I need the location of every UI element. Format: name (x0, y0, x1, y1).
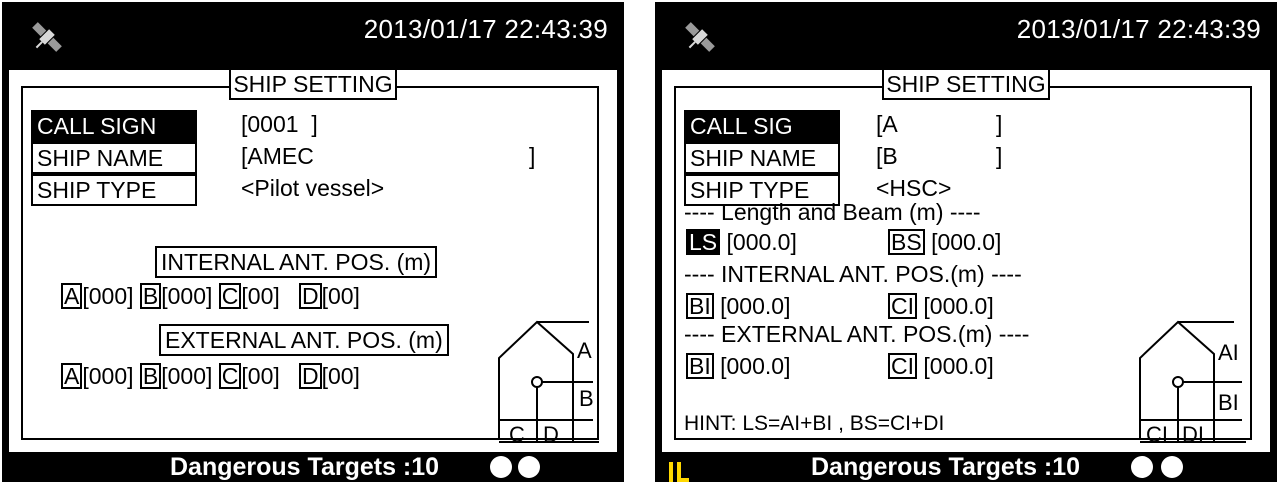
dangerous-targets-text: Dangerous Targets :10 (811, 453, 1081, 481)
external-ant-pos-row: A [000] B [000] C [00] D [00] (61, 362, 360, 390)
dangerous-targets-text: Dangerous Targets :10 (170, 453, 440, 481)
right-display: 2013/01/17 22:43:39 SHIP SETTING CALL SI… (655, 2, 1277, 482)
diagram-label-bi: BI (1218, 390, 1239, 415)
external-ant-pos-header: ---- EXTERNAL ANT. POS.(m) ---- (684, 321, 1030, 347)
status-footer: Dangerous Targets :10 (2, 453, 624, 482)
external-d-value[interactable]: [00] (322, 363, 360, 389)
bs-value[interactable]: [000.0] (931, 229, 1001, 255)
external-bi-value[interactable]: [000.0] (720, 353, 790, 379)
ship-name-label[interactable]: SHIP NAME (31, 142, 197, 174)
ship-name-label[interactable]: SHIP NAME (684, 142, 840, 174)
external-bi-row: BI [000.0] (686, 352, 790, 380)
internal-ci-key: CI (888, 293, 917, 319)
internal-b-key: B (139, 283, 162, 309)
internal-ant-pos-header: ---- INTERNAL ANT. POS.(m) ---- (684, 261, 1022, 287)
call-sign-value[interactable]: [0001 ] (241, 110, 318, 138)
external-d-key: D (298, 363, 322, 389)
ship-name-value[interactable]: [B (876, 142, 898, 170)
datetime: 2013/01/17 22:43:39 (363, 14, 608, 44)
ship-antenna-diagram: A B C D (498, 320, 599, 446)
internal-ant-pos-header: INTERNAL ANT. POS. (m) (155, 246, 438, 278)
internal-ant-pos-row: A [000] B [000] C [00] D [00] (61, 282, 360, 310)
external-a-key: A (61, 363, 83, 389)
external-c-value[interactable]: [00] (241, 363, 279, 389)
bs-key: BS (888, 229, 925, 255)
satellite-icon (32, 22, 62, 52)
internal-bi-value[interactable]: [000.0] (720, 293, 790, 319)
diagram-label-ai: AI (1218, 340, 1239, 365)
length-beam-row: LS [000.0] (686, 228, 797, 256)
external-a-value[interactable]: [000] (82, 363, 133, 389)
screen-title: SHIP SETTING (662, 68, 1270, 100)
internal-b-value[interactable]: [000] (161, 283, 212, 309)
internal-bi-key: BI (686, 293, 714, 319)
ship-antenna-diagram: AI BI CI DI (1139, 320, 1246, 446)
call-sign-value[interactable]: [A (876, 110, 898, 138)
ship-name-close: ] (996, 143, 1003, 169)
il-logo-icon (669, 462, 689, 482)
white-circle-icon (518, 456, 540, 478)
external-bi-key: BI (686, 353, 714, 379)
external-ci-key: CI (888, 353, 917, 379)
internal-ci-row: CI [000.0] (888, 292, 994, 320)
external-b-value[interactable]: [000] (161, 363, 212, 389)
internal-bi-row: BI [000.0] (686, 292, 790, 320)
ship-setting-screen: SHIP SETTING CALL SIG [A ] SHIP NAME [B … (662, 68, 1270, 452)
call-sign-close: ] (996, 111, 1003, 137)
ship-setting-screen: SHIP SETTING CALL SIGN [0001 ] SHIP NAME… (9, 68, 617, 452)
internal-c-value[interactable]: [00] (241, 283, 279, 309)
diagram-label-c: C (509, 422, 525, 446)
external-b-key: B (139, 363, 162, 389)
white-circle-icon (490, 456, 512, 478)
internal-a-key: A (61, 283, 83, 309)
diagram-label-d: D (543, 422, 559, 446)
internal-d-value[interactable]: [00] (322, 283, 360, 309)
external-c-key: C (218, 363, 242, 389)
ls-key: LS (686, 229, 721, 255)
diagram-label-b: B (579, 386, 594, 411)
beam-row: BS [000.0] (888, 228, 1001, 256)
white-circle-icon (1131, 456, 1153, 478)
left-display: 2013/01/17 22:43:39 SHIP SETTING CALL SI… (2, 2, 624, 482)
screen-title: SHIP SETTING (9, 68, 617, 100)
internal-c-key: C (218, 283, 242, 309)
hint-text: HINT: LS=AI+BI , BS=CI+DI (684, 412, 945, 435)
white-circle-icon (1161, 456, 1183, 478)
ls-value[interactable]: [000.0] (727, 229, 797, 255)
status-footer: Dangerous Targets :10 (655, 453, 1277, 482)
ship-name-value[interactable]: [AMEC (241, 142, 314, 170)
external-ci-row: CI [000.0] (888, 352, 994, 380)
ship-type-label[interactable]: SHIP TYPE (31, 174, 197, 206)
internal-ci-value[interactable]: [000.0] (923, 293, 993, 319)
external-ci-value[interactable]: [000.0] (923, 353, 993, 379)
call-sign-label[interactable]: CALL SIG (684, 110, 840, 142)
internal-a-value[interactable]: [000] (82, 283, 133, 309)
external-ant-pos-header: EXTERNAL ANT. POS. (m) (159, 324, 449, 356)
datetime: 2013/01/17 22:43:39 (1016, 14, 1261, 44)
length-beam-header: ---- Length and Beam (m) ---- (684, 199, 981, 225)
ship-name-close: ] (529, 143, 536, 169)
ship-type-value[interactable]: <Pilot vessel> (241, 174, 384, 202)
satellite-icon (685, 22, 715, 52)
diagram-label-di: DI (1182, 422, 1204, 446)
diagram-label-a: A (577, 338, 592, 363)
diagram-label-ci: CI (1146, 422, 1168, 446)
internal-d-key: D (298, 283, 322, 309)
call-sign-label[interactable]: CALL SIGN (31, 110, 197, 142)
